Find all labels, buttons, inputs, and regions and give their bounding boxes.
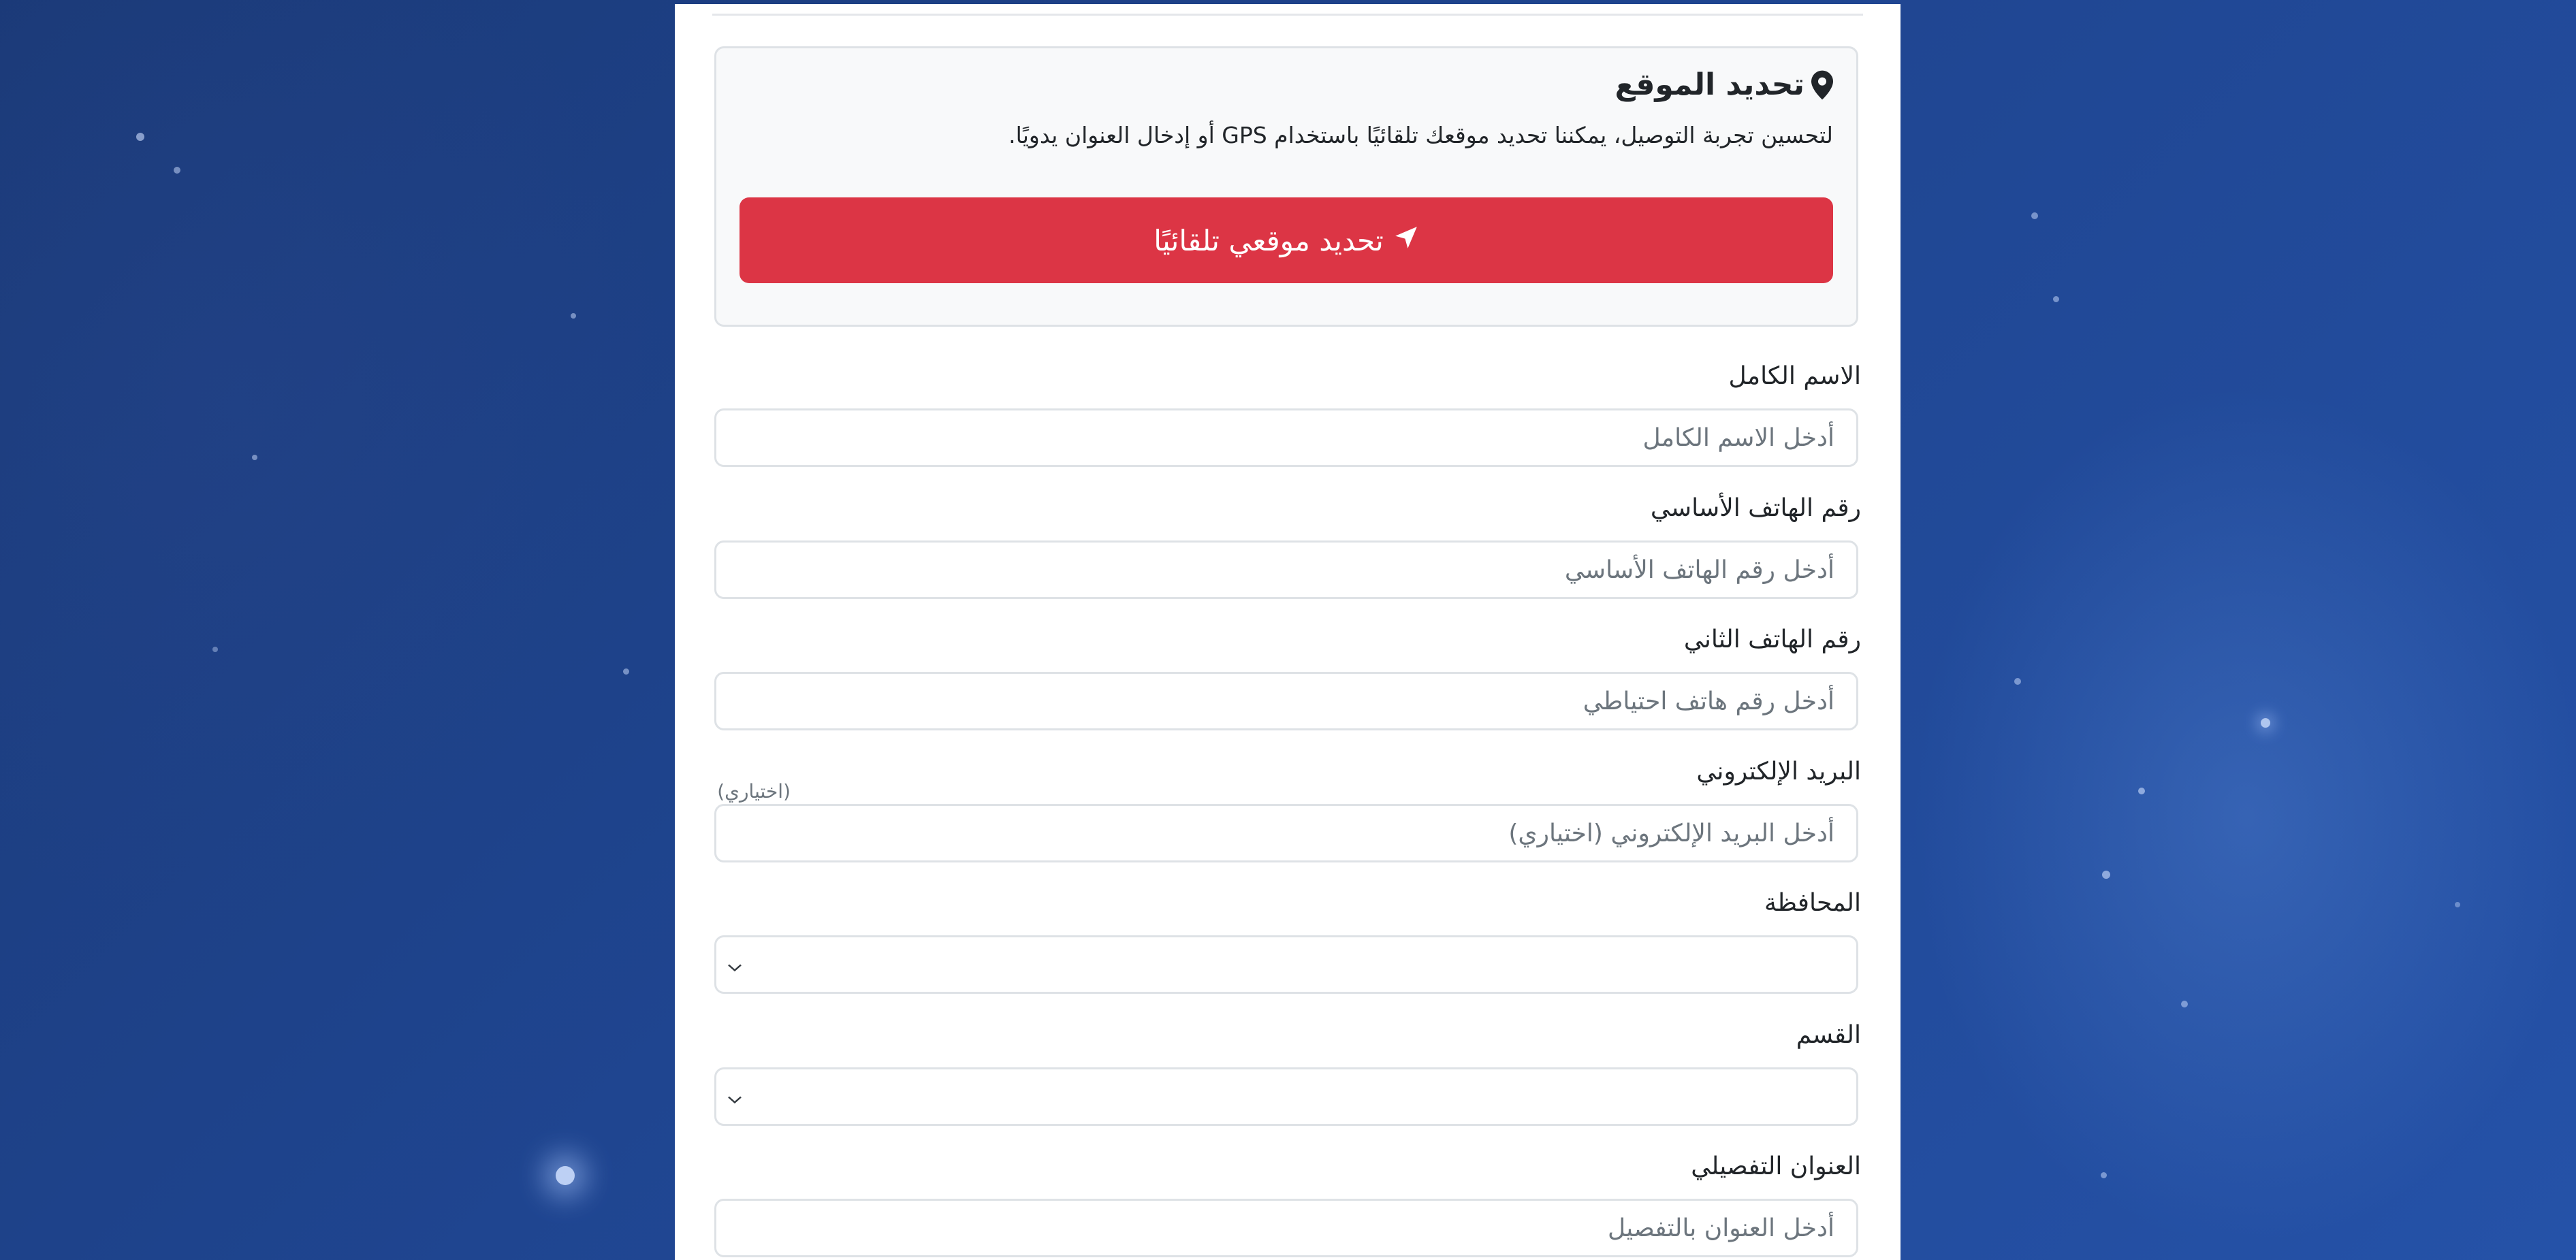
- star: [2102, 871, 2110, 879]
- address-placeholder: أدخل العنوان بالتفصيل: [1607, 1214, 1834, 1242]
- email-optional-hint: (اختياري): [717, 780, 791, 803]
- location-title: تحديد الموقع: [1615, 67, 1833, 102]
- form-panel: تحديد الموقع لتحسين تجربة التوصيل، يمكنن…: [675, 4, 1901, 1260]
- chevron-down-icon: [727, 951, 742, 979]
- primary-phone-label: رقم الهاتف الأساسي: [1650, 494, 1861, 522]
- email-input[interactable]: أدخل البريد الإلكتروني (اختياري): [714, 804, 1858, 862]
- location-card: تحديد الموقع لتحسين تجربة التوصيل، يمكنن…: [714, 46, 1858, 327]
- governorate-label: المحافظة: [1764, 889, 1861, 917]
- star: [2455, 902, 2460, 907]
- star: [2031, 212, 2038, 219]
- email-label: البريد الإلكتروني: [1696, 758, 1861, 786]
- star: [212, 647, 218, 652]
- full-name-label: الاسم الكامل: [1728, 362, 1861, 390]
- star: [556, 1166, 575, 1185]
- address-input[interactable]: أدخل العنوان بالتفصيل: [714, 1199, 1858, 1257]
- district-select[interactable]: [714, 1067, 1858, 1126]
- divider: [712, 14, 1863, 16]
- star: [252, 455, 257, 460]
- star: [2053, 296, 2059, 302]
- star: [623, 668, 629, 675]
- chevron-down-icon: [727, 1083, 742, 1111]
- district-label: القسم: [1796, 1021, 1861, 1049]
- location-arrow-icon: [1393, 224, 1419, 257]
- star: [2014, 678, 2021, 685]
- star: [2181, 1001, 2188, 1007]
- full-name-placeholder: أدخل الاسم الكامل: [1642, 423, 1834, 452]
- star: [174, 167, 180, 174]
- address-label: العنوان التفصيلي: [1691, 1152, 1861, 1180]
- secondary-phone-placeholder: أدخل رقم هاتف احتياطي: [1583, 687, 1834, 715]
- auto-locate-button[interactable]: تحديد موقعي تلقائيًا: [740, 197, 1833, 283]
- primary-phone-input[interactable]: أدخل رقم الهاتف الأساسي: [714, 540, 1858, 599]
- primary-phone-placeholder: أدخل رقم الهاتف الأساسي: [1564, 555, 1834, 584]
- governorate-select[interactable]: [714, 935, 1858, 994]
- full-name-input[interactable]: أدخل الاسم الكامل: [714, 408, 1858, 467]
- auto-locate-button-label: تحديد موقعي تلقائيًا: [1154, 223, 1384, 257]
- star: [2261, 718, 2270, 728]
- secondary-phone-input[interactable]: أدخل رقم هاتف احتياطي: [714, 672, 1858, 730]
- location-title-text: تحديد الموقع: [1615, 67, 1804, 102]
- location-description: لتحسين تجربة التوصيل، يمكننا تحديد موقعك…: [1008, 122, 1833, 148]
- secondary-phone-label: رقم الهاتف الثاني: [1683, 626, 1861, 653]
- star: [136, 133, 144, 141]
- star: [2138, 788, 2145, 794]
- star: [2101, 1172, 2107, 1178]
- star: [571, 313, 576, 319]
- map-pin-icon: [1811, 70, 1833, 100]
- email-placeholder: أدخل البريد الإلكتروني (اختياري): [1508, 819, 1834, 847]
